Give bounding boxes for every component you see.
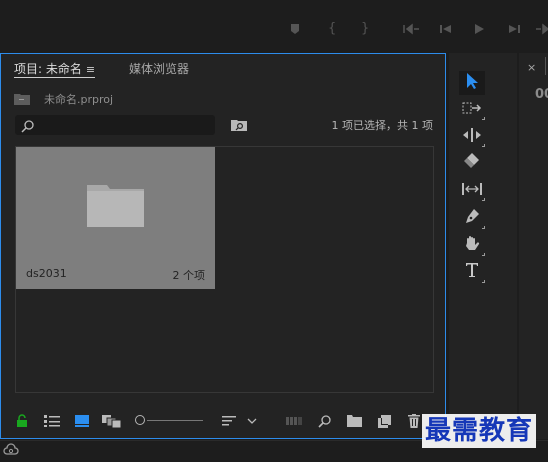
tab-media-browser-label: 媒体浏览器 <box>129 62 190 76</box>
panel-menu-icon[interactable]: ≡ <box>86 61 95 79</box>
step-back-icon[interactable] <box>438 18 454 40</box>
tab-project-label: 项目: 未命名 <box>14 62 82 76</box>
timecode-display[interactable]: 00 <box>535 87 548 102</box>
search-icon <box>21 118 35 133</box>
program-monitor-panel: × 00 <box>519 53 548 439</box>
icon-view-icon[interactable] <box>74 412 90 430</box>
find-icon[interactable] <box>317 412 333 430</box>
selection-tool[interactable] <box>459 71 485 95</box>
track-select-tool[interactable] <box>459 97 485 121</box>
type-tool-icon <box>465 262 479 282</box>
type-tool[interactable] <box>459 260 485 284</box>
play-icon[interactable] <box>472 18 486 40</box>
panel-tab-bar: 项目: 未命名 ≡ 媒体浏览器 <box>1 54 445 82</box>
clear-icon[interactable] <box>406 412 422 430</box>
project-panel-toolbar <box>1 410 445 432</box>
bin-name: ds2031 <box>26 267 67 280</box>
sort-dropdown-chevron-icon[interactable] <box>245 412 259 430</box>
razor-tool-icon <box>464 153 480 173</box>
track-select-tool-icon <box>462 100 482 119</box>
pen-tool[interactable] <box>459 206 485 230</box>
go-to-out-icon[interactable] <box>535 18 548 40</box>
search-input[interactable] <box>15 115 215 135</box>
creative-cloud-sync-icon[interactable] <box>3 443 19 459</box>
tab-divider <box>545 57 546 75</box>
razor-tool[interactable] <box>459 151 485 175</box>
project-items-grid[interactable]: ds2031 2 个项 <box>15 146 434 393</box>
tool-group-indicator <box>482 198 485 201</box>
lock-icon[interactable] <box>14 412 30 430</box>
program-transport-strip: { } <box>0 0 548 52</box>
project-file-name: 未命名.prproj <box>44 93 114 106</box>
folder-icon <box>87 185 144 227</box>
tool-group-indicator <box>482 117 485 120</box>
project-file-icon <box>14 93 30 105</box>
hand-tool[interactable] <box>459 233 485 257</box>
selection-status: 1 项已选择，共 1 项 <box>331 119 434 132</box>
new-bin-icon[interactable] <box>346 412 362 430</box>
project-path: 未命名.prproj <box>14 90 113 108</box>
ripple-edit-tool[interactable] <box>459 124 485 148</box>
selection-tool-icon <box>465 72 479 94</box>
tools-panel <box>449 53 517 439</box>
slip-tool[interactable] <box>459 178 485 202</box>
zoom-slider-track[interactable] <box>147 420 203 421</box>
watermark-logo: 最需教育 <box>422 414 537 448</box>
mark-in-icon[interactable]: { <box>328 18 336 40</box>
project-panel: 项目: 未命名 ≡ 媒体浏览器 未命名.prproj 1 项已选择，共 1 项 d… <box>0 53 446 439</box>
tab-project[interactable]: 项目: 未命名 ≡ <box>14 60 96 79</box>
marker-icon[interactable] <box>288 18 302 40</box>
list-view-icon[interactable] <box>43 412 61 430</box>
step-forward-icon[interactable] <box>506 18 522 40</box>
slip-tool-icon <box>462 181 482 200</box>
new-search-bin-icon[interactable] <box>231 117 247 131</box>
mark-out-icon[interactable]: } <box>361 18 369 40</box>
tab-media-browser[interactable]: 媒体浏览器 <box>129 60 189 78</box>
freeform-view-icon[interactable] <box>102 412 122 430</box>
tool-group-indicator <box>482 280 485 283</box>
sort-icon[interactable] <box>221 412 237 430</box>
pen-tool-icon <box>464 208 480 228</box>
tool-group-indicator <box>482 144 485 147</box>
hand-tool-icon <box>464 235 480 256</box>
bin-tile[interactable]: ds2031 2 个项 <box>16 147 215 289</box>
go-to-in-icon[interactable] <box>402 18 420 40</box>
tool-group-indicator <box>482 253 485 256</box>
new-item-icon[interactable] <box>376 412 392 430</box>
zoom-slider[interactable] <box>135 415 145 425</box>
bin-item-count: 2 个项 <box>172 269 206 282</box>
automate-to-sequence-icon <box>285 412 303 430</box>
tool-group-indicator <box>482 226 485 229</box>
close-icon[interactable]: × <box>527 61 536 74</box>
ripple-edit-tool-icon <box>462 127 482 146</box>
